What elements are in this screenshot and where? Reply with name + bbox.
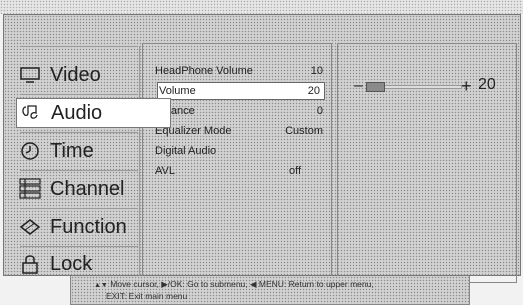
minus-icon[interactable]: – [354, 77, 363, 95]
volume-slider[interactable]: – + [354, 76, 474, 96]
slider-fill [366, 82, 385, 92]
top-strip [0, 0, 523, 14]
submenu-row-avl[interactable]: AVL off [155, 162, 327, 180]
row-value: 20 [307, 85, 320, 97]
submenu-row-balance[interactable]: Balance 0 [155, 102, 327, 120]
menu-divider [20, 94, 138, 95]
slider-value: 20 [478, 76, 496, 93]
updown-arrow-icon: ▲▼ [94, 282, 108, 289]
row-value: Custom [285, 125, 323, 137]
menu-divider [20, 170, 138, 171]
row-label: AVL [155, 165, 175, 177]
menu-item-time[interactable]: Time [16, 136, 146, 166]
monitor-icon [18, 64, 42, 86]
row-label: HeadPhone Volume [155, 65, 253, 77]
menu-item-channel[interactable]: Channel [16, 174, 146, 204]
menu-item-label: Function [50, 215, 127, 238]
menu-item-video[interactable]: Video [16, 60, 146, 90]
menu-item-function[interactable]: Function [16, 212, 146, 242]
osd-screen: Video Audio Time Channel Function Lock H… [3, 14, 521, 283]
row-label: Volume [159, 85, 196, 97]
lock-icon [18, 253, 42, 275]
submenu-row-headphone-volume[interactable]: HeadPhone Volume 10 [155, 62, 327, 80]
diamond-icon [18, 216, 42, 238]
hint-line-2: EXIT: Exit main menu [106, 291, 188, 301]
clock-icon [18, 140, 42, 162]
hint-line-1: Move cursor, ▶/OK: Go to submenu, ◀ MENU… [110, 279, 374, 289]
menu-divider [20, 246, 138, 247]
menu-divider [20, 46, 138, 47]
value-panel: – + 20 [337, 43, 517, 283]
submenu-row-equalizer-mode[interactable]: Equalizer Mode Custom [155, 122, 327, 140]
music-note-icon [19, 102, 43, 124]
menu-item-lock[interactable]: Lock [16, 249, 146, 279]
plus-icon[interactable]: + [461, 76, 472, 97]
row-value: 10 [310, 65, 323, 77]
menu-divider [20, 132, 138, 133]
key-hint: ▲▼ Move cursor, ▶/OK: Go to submenu, ◀ M… [80, 279, 470, 301]
menu-item-audio[interactable]: Audio [16, 98, 171, 128]
row-label: Digital Audio [155, 145, 217, 157]
menu-divider [20, 208, 138, 209]
audio-submenu: HeadPhone Volume 10 Volume 20 Balance 0 … [142, 43, 332, 283]
channel-list-icon [18, 178, 42, 200]
submenu-row-digital-audio[interactable]: Digital Audio [155, 142, 327, 160]
menu-item-label: Video [50, 63, 101, 86]
row-value: off [288, 165, 301, 177]
menu-item-label: Channel [50, 177, 125, 200]
menu-item-label: Lock [50, 252, 93, 275]
menu-item-label: Audio [51, 101, 103, 124]
main-menu: Video Audio Time Channel Function Lock [14, 46, 171, 278]
submenu-row-volume[interactable]: Volume 20 [157, 82, 325, 100]
row-value: 0 [316, 105, 323, 117]
menu-item-label: Time [50, 139, 94, 162]
